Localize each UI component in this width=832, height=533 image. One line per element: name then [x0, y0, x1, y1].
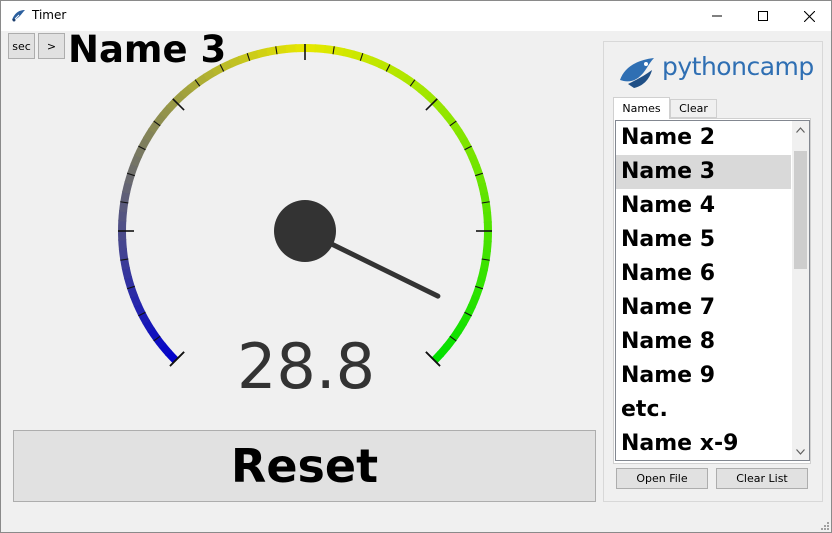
elapsed-time-readout: 28.8	[237, 330, 375, 403]
gauge-arc-segment	[256, 47, 270, 59]
clear-list-button[interactable]: Clear List	[716, 468, 808, 489]
list-item[interactable]: Name 9	[616, 359, 791, 393]
gauge-arc-segment	[449, 121, 463, 135]
list-item[interactable]: Name 5	[616, 223, 791, 257]
gauge-arc-segment	[247, 49, 261, 61]
logo-text-python: python	[662, 52, 747, 81]
chevron-up-icon	[796, 126, 805, 133]
close-button[interactable]	[786, 1, 832, 31]
logo-wordmark: pythoncamp	[662, 52, 814, 81]
gauge-arc-segment	[464, 146, 477, 160]
gauge-arc-segment	[431, 350, 444, 364]
gauge-arc-segment	[120, 190, 131, 204]
list-item[interactable]: Name 7	[616, 291, 791, 325]
list-item[interactable]: Name x-9	[616, 427, 791, 460]
list-scrollbar[interactable]	[792, 121, 809, 460]
gauge-arc-segment	[129, 293, 142, 308]
tab-clear[interactable]: Clear	[670, 99, 717, 118]
gauge-arc-segment	[118, 238, 127, 251]
gauge-arc-segment	[314, 44, 327, 54]
gauge-arc-segment	[437, 343, 451, 358]
gauge-arc-segment	[360, 53, 374, 65]
gauge-arc-segment	[417, 85, 432, 99]
gauge-arc-segment	[394, 69, 409, 82]
gauge-arc-segment	[195, 73, 209, 87]
gauge-arc-segment	[477, 268, 488, 281]
gauge-arc-segment	[275, 44, 288, 55]
gauge-arc-segment	[147, 327, 161, 341]
gauge-arc-segment	[481, 201, 492, 214]
gauge-arc-segment	[455, 129, 468, 143]
list-item[interactable]: Name 8	[616, 325, 791, 359]
gauge-arc-segment	[438, 105, 452, 120]
gauge-arc-segment	[118, 209, 128, 222]
gauge-arc-segment	[138, 136, 151, 150]
gauge-arc-segment	[133, 302, 146, 316]
chevron-down-icon	[796, 448, 805, 455]
gauge-arc-segment	[159, 104, 173, 119]
gauge-arc-segment	[332, 46, 346, 57]
gauge-arc-segment	[228, 55, 243, 68]
gauge-arc-segment	[143, 127, 156, 142]
gauge-arc-segment	[386, 64, 400, 77]
current-name-label: Name 3	[68, 28, 227, 71]
gauge-arc-segment	[454, 320, 467, 335]
gauge-arc-segment	[468, 154, 481, 169]
gauge-arc-segment	[118, 248, 129, 261]
list-item[interactable]: Name 4	[616, 189, 791, 223]
gauge-arc-segment	[443, 336, 457, 350]
gauge-arc-segment	[483, 211, 492, 224]
scroll-down-button[interactable]	[792, 443, 809, 460]
resize-grip-icon[interactable]	[818, 519, 830, 531]
open-file-button[interactable]: Open File	[616, 468, 708, 489]
list-item[interactable]: Name 3	[616, 155, 791, 189]
gauge-arc-segment	[477, 182, 489, 196]
python-snake-icon	[620, 58, 654, 88]
gauge-arc-segment	[431, 98, 445, 113]
gauge-hub	[274, 200, 336, 262]
gauge-arc-segment	[410, 79, 424, 93]
names-list: Name 2 Name 3 Name 4 Name 5 Name 6 Name 7 Name…	[616, 121, 791, 460]
gauge-arc-segment	[342, 48, 355, 59]
gauge-arc-segment	[172, 91, 187, 105]
gauge-arc-segment	[203, 68, 217, 81]
gauge-arc-segment	[122, 181, 133, 194]
window-title: Timer	[32, 8, 67, 22]
gauge-arc-segment	[475, 173, 487, 187]
gauge-arc-segment	[179, 84, 194, 98]
maximize-icon	[758, 11, 768, 21]
gauge-arc-segment	[369, 56, 383, 69]
names-listbox[interactable]: Name 2 Name 3 Name 4 Name 5 Name 6 Name 7 Name…	[615, 120, 810, 461]
list-item[interactable]: etc.	[616, 393, 791, 427]
gauge-arc-segment	[459, 312, 472, 326]
list-item[interactable]: Name 2	[616, 121, 791, 155]
maximize-button[interactable]	[740, 1, 786, 31]
timer-gauge: 28.8	[118, 44, 492, 403]
gauge-arc-segment	[285, 44, 298, 53]
gauge-arc-segment	[142, 319, 155, 333]
gauge-arc-segment	[479, 258, 490, 272]
gauge-arc-segment	[130, 153, 143, 167]
gauge-arc-segment	[471, 286, 483, 300]
gauge-arc-segment	[165, 349, 179, 364]
gauge-arc-segment	[153, 112, 167, 126]
gauge-arc-segment	[158, 342, 172, 357]
reset-button[interactable]: Reset	[13, 430, 596, 502]
title-bar[interactable]: Timer	[1, 1, 831, 31]
python-feather-icon	[12, 10, 25, 22]
gauge-arc-segment	[127, 162, 139, 176]
gauge-arc-segment	[467, 295, 480, 309]
gauge-arc-segment	[121, 266, 133, 280]
scroll-up-button[interactable]	[792, 121, 809, 138]
minimize-icon	[712, 15, 722, 17]
gauge-arc-segment	[123, 275, 135, 289]
gauge-arc-segment	[482, 240, 492, 253]
logo-text-camp: camp	[746, 52, 814, 81]
close-icon	[803, 10, 815, 22]
minimize-button[interactable]	[694, 1, 740, 31]
list-item[interactable]: Name 6	[616, 257, 791, 291]
tab-names[interactable]: Names	[613, 97, 670, 119]
scroll-thumb[interactable]	[794, 151, 807, 269]
